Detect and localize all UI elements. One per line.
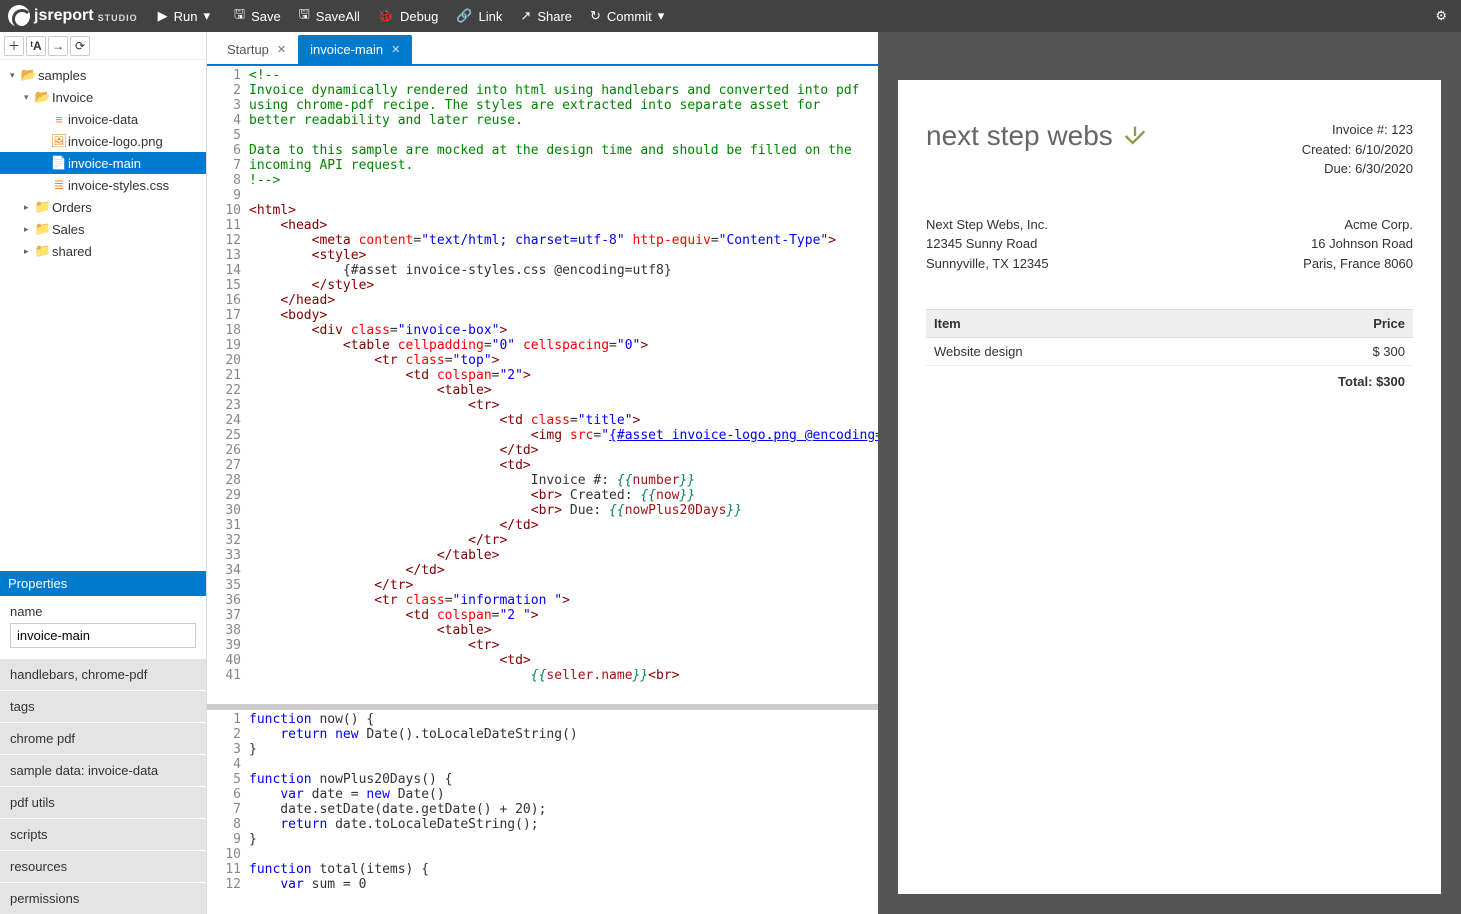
tree-item-Sales[interactable]: ▸📁Sales [0,218,206,240]
floppy-stack-icon: 🖫 [299,5,310,27]
tree-item-invoice-logo.png[interactable]: 🖼invoice-logo.png [0,130,206,152]
sidebar: ＋ ᵗA → ⟳ ▾📂samples▾📂Invoice≡invoice-data… [0,32,207,914]
entity-tree: ▾📂samples▾📂Invoice≡invoice-data🖼invoice-… [0,60,206,266]
commit-button[interactable]: ↻Commit▾ [590,8,670,24]
preview-meta: Invoice #: 123 Created: 6/10/2020 Due: 6… [1302,120,1413,179]
gear-icon: ⚙ [1435,8,1447,24]
share-button[interactable]: ↗Share [520,8,572,24]
debug-button[interactable]: 🐞Debug [378,8,439,24]
prop-section[interactable]: chrome pdf [0,722,206,754]
new-entity-button[interactable]: ＋ [4,36,24,56]
saveall-button[interactable]: 🖫SaveAll [299,5,360,27]
buyer-address: Acme Corp. 16 Johnson Road Paris, France… [1303,215,1413,274]
preview-pane: next step webs Invoice #: 123 Created: 6… [878,32,1461,914]
link-button[interactable]: 🔗Link [456,8,502,24]
preview-document: next step webs Invoice #: 123 Created: 6… [898,80,1441,894]
helpers-editor[interactable]: 123456789101112 function now() { return … [207,704,878,914]
caret-down-icon: ▾ [658,8,665,24]
tab-invoice-main[interactable]: invoice-main✕ [298,35,412,64]
brand-sub: STUDIO [98,13,138,23]
tree-item-Orders[interactable]: ▸📁Orders [0,196,206,218]
filter-button[interactable]: ᵗA [26,36,46,56]
properties-panel: name handlebars, chrome-pdftagschrome pd… [0,596,206,914]
total: Total: $300 [926,366,1413,397]
template-editor[interactable]: 1234567891011121314151617181920212223242… [207,66,878,704]
item-row: Website design$ 300 [926,338,1413,366]
prop-section[interactable]: permissions [0,882,206,914]
floppy-icon: 🖫 [234,5,245,27]
close-icon[interactable]: ✕ [391,43,400,56]
tree-item-shared[interactable]: ▸📁shared [0,240,206,262]
properties-header: Properties [0,571,206,596]
save-button[interactable]: 🖫Save [234,5,281,27]
prop-section[interactable]: scripts [0,818,206,850]
center-pane: Startup✕invoice-main✕ 123456789101112131… [207,32,878,914]
share-icon: ↗ [520,8,531,24]
link-icon: 🔗 [456,8,472,24]
close-icon[interactable]: ✕ [277,43,286,56]
tab-Startup[interactable]: Startup✕ [215,35,298,64]
caret-down-icon: ▾ [203,8,210,24]
bug-icon: 🐞 [378,8,394,24]
prop-section[interactable]: tags [0,690,206,722]
name-label: name [0,596,206,623]
seller-address: Next Step Webs, Inc. 12345 Sunny Road Su… [926,215,1049,274]
refresh-button[interactable]: ⟳ [70,36,90,56]
prop-section[interactable]: sample data: invoice-data [0,754,206,786]
preview-company: next step webs [926,120,1149,152]
tree-item-Invoice[interactable]: ▾📂Invoice [0,86,206,108]
history-icon: ↻ [590,8,601,24]
items-header: ItemPrice [926,309,1413,338]
brand-name: jsreport [34,7,94,25]
logo-mark-icon [8,5,30,27]
settings-button[interactable]: ⚙ [1435,8,1453,24]
run-button[interactable]: ▶Run▾ [158,8,216,24]
tree-item-invoice-styles.css[interactable]: ≣invoice-styles.css [0,174,206,196]
brand-logo: jsreport STUDIO [8,5,138,27]
tree-item-invoice-main[interactable]: 📄invoice-main [0,152,206,174]
tree-item-samples[interactable]: ▾📂samples [0,64,206,86]
sidebar-toolbar: ＋ ᵗA → ⟳ [0,32,206,60]
prop-section[interactable]: pdf utils [0,786,206,818]
prop-section[interactable]: resources [0,850,206,882]
top-toolbar: jsreport STUDIO ▶Run▾ 🖫Save 🖫SaveAll 🐞De… [0,0,1461,32]
name-input[interactable] [10,623,196,648]
company-logo-icon [1121,122,1149,150]
tree-item-invoice-data[interactable]: ≡invoice-data [0,108,206,130]
tab-bar: Startup✕invoice-main✕ [207,32,878,66]
prop-section[interactable]: handlebars, chrome-pdf [0,658,206,690]
collapse-button[interactable]: → [48,36,68,56]
play-icon: ▶ [158,8,168,24]
